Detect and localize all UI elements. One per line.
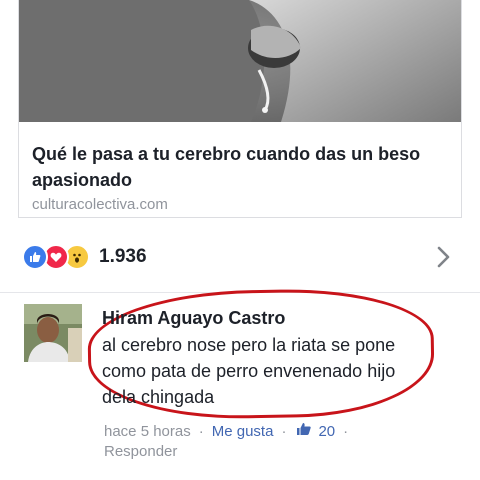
reaction-count: 1.936	[99, 246, 147, 267]
comment-like-count: 20	[318, 422, 336, 440]
like-button[interactable]: Me gusta	[212, 423, 274, 440]
like-icon	[22, 244, 48, 270]
comment-meta: hace 5 horas · Me gusta · 20 ·	[104, 422, 356, 440]
comment-time: hace 5 horas	[104, 422, 191, 440]
avatar[interactable]	[24, 304, 82, 362]
article-domain: culturacolectiva.com	[32, 196, 168, 213]
article-headline[interactable]: Qué le pasa a tu cerebro cuando das un b…	[32, 141, 442, 193]
separator-dot: ·	[343, 422, 349, 440]
reply-button[interactable]: Responder	[104, 443, 177, 460]
separator-dot: ·	[281, 422, 287, 440]
separator-dot: ·	[198, 422, 204, 440]
thumbs-up-icon	[296, 422, 312, 440]
comment-text: al cerebro nose pero la riata se pone co…	[102, 335, 396, 407]
link-preview-card[interactable]: Qué le pasa a tu cerebro cuando das un b…	[18, 0, 462, 218]
comment-author[interactable]: Hiram Aguayo Castro	[102, 308, 285, 329]
chevron-right-icon[interactable]	[432, 243, 454, 271]
comment-bubble: Hiram Aguayo Castro al cerebro nose pero…	[86, 286, 436, 422]
reactions-summary[interactable]: 1.936	[22, 243, 147, 271]
article-photo	[19, 0, 461, 122]
